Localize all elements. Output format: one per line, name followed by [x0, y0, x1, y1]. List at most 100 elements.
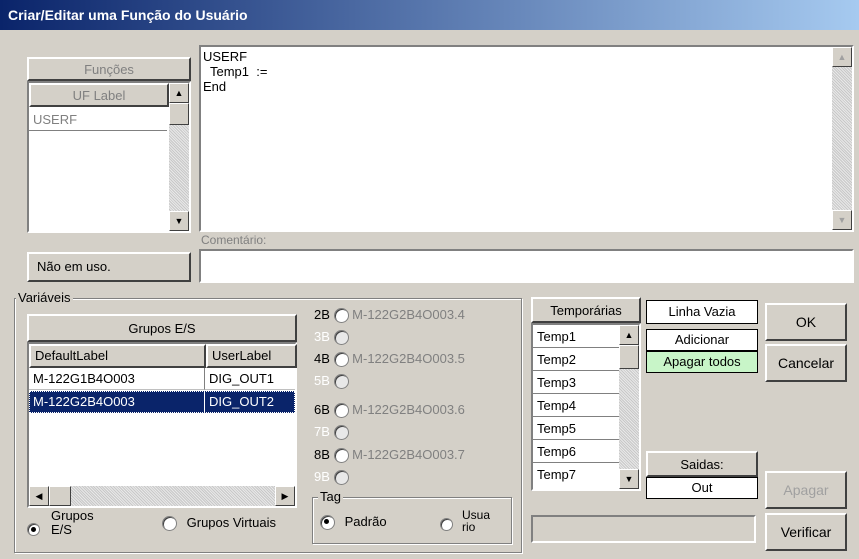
bit-row[interactable]: 8B M-122G2B4O003.7: [314, 446, 465, 464]
radio-unselected-icon[interactable]: [440, 518, 453, 532]
scroll-down-icon[interactable]: ▼: [619, 469, 639, 489]
list-item[interactable]: Temp2: [533, 348, 619, 371]
bit-row: 7B: [314, 423, 349, 441]
groups-h-scrollbar[interactable]: ◀ ▶: [29, 486, 295, 506]
bit-radio-icon[interactable]: [333, 448, 349, 464]
bit-radio-icon: [333, 470, 349, 486]
temporaries-items: Temp1 Temp2 Temp3 Temp4 Temp5 Temp6 Temp…: [533, 325, 619, 486]
code-editor[interactable]: USERF Temp1 := End ▲ ▼: [199, 45, 854, 232]
bit-radio-icon[interactable]: [333, 352, 349, 368]
user-label-cell: DIG_OUT2: [209, 394, 275, 409]
list-item[interactable]: Temp7: [533, 463, 619, 486]
bit-value: M-122G2B4O003.7: [352, 447, 465, 462]
list-item[interactable]: Temp5: [533, 417, 619, 440]
radio-selected-icon[interactable]: [320, 515, 335, 531]
bit-row: 9B: [314, 468, 349, 486]
scroll-thumb[interactable]: [49, 486, 71, 506]
ok-button[interactable]: OK: [765, 303, 847, 341]
groups-es-header: Grupos E/S: [27, 314, 297, 342]
window-title: Criar/Editar uma Função do Usuário: [8, 7, 248, 23]
bit-radio-icon: [333, 330, 349, 346]
table-row-selected[interactable]: M-122G2B4O003 DIG_OUT2: [29, 391, 295, 413]
default-label-cell: M-122G1B4O003: [29, 368, 205, 390]
bit-radio-icon[interactable]: [333, 403, 349, 419]
add-button[interactable]: Adicionar: [646, 329, 758, 351]
radio-tag-user[interactable]: Usua rio: [440, 509, 510, 539]
bit-value: M-122G2B4O003.4: [352, 307, 465, 322]
scroll-left-icon[interactable]: ◀: [29, 486, 49, 506]
bit-radio-icon[interactable]: [333, 308, 349, 324]
default-label-cell: M-122G2B4O003: [29, 391, 205, 413]
list-item[interactable]: Temp1: [533, 325, 619, 348]
bit-row[interactable]: 2B M-122G2B4O003.4: [314, 306, 465, 324]
outputs-value[interactable]: Out: [646, 477, 758, 499]
groups-es-table[interactable]: DefaultLabel UserLabel M-122G1B4O003 DIG…: [27, 342, 297, 508]
comment-input[interactable]: [199, 249, 854, 283]
uf-label-column-header[interactable]: UF Label: [29, 83, 169, 107]
bits-list: 2B M-122G2B4O003.4 3B 4B M-122G2B4O003.5…: [314, 306, 514, 486]
status-field: [531, 515, 756, 543]
list-item[interactable]: Temp3: [533, 371, 619, 394]
code-editor-text[interactable]: USERF Temp1 := End: [201, 47, 852, 96]
list-item[interactable]: Temp6: [533, 440, 619, 463]
scroll-up-icon[interactable]: ▲: [169, 83, 189, 103]
scroll-up-icon[interactable]: ▲: [832, 47, 852, 67]
functions-scrollbar[interactable]: ▲ ▼: [169, 83, 189, 231]
function-item-userf[interactable]: USERF: [29, 109, 167, 131]
cancel-button[interactable]: Cancelar: [765, 344, 847, 382]
code-line: Temp1 :=: [203, 64, 268, 79]
code-line: USERF: [203, 49, 248, 64]
bit-label: 4B: [314, 351, 330, 366]
scroll-thumb[interactable]: [169, 103, 189, 125]
radio-selected-icon[interactable]: [27, 523, 40, 537]
list-item[interactable]: Temp4: [533, 394, 619, 417]
radio-groups-es[interactable]: Grupos E/S: [27, 508, 147, 543]
bit-row: 3B: [314, 328, 349, 346]
bit-row[interactable]: 6B M-122G2B4O003.6: [314, 401, 465, 419]
bit-value: M-122G2B4O003.5: [352, 351, 465, 366]
bit-label: 3B: [314, 329, 330, 344]
tag-legend: Tag: [318, 489, 343, 505]
radio-tag-default[interactable]: Padrão: [320, 513, 387, 531]
table-row[interactable]: M-122G1B4O003 DIG_OUT1: [29, 368, 295, 390]
usage-status: Não em uso.: [27, 252, 191, 282]
bit-label: 8B: [314, 447, 330, 462]
verify-button[interactable]: Verificar: [765, 513, 847, 551]
bit-label: 9B: [314, 469, 330, 484]
bit-label: 2B: [314, 307, 330, 322]
bit-label: 5B: [314, 373, 330, 388]
scroll-down-icon[interactable]: ▼: [832, 210, 852, 230]
user-label-cell: DIG_OUT1: [205, 368, 295, 390]
radio-unselected-icon[interactable]: [162, 516, 177, 532]
temporaries-header: Temporárias: [531, 297, 641, 323]
scroll-right-icon[interactable]: ▶: [275, 486, 295, 506]
scroll-down-icon[interactable]: ▼: [169, 211, 189, 231]
delete-button[interactable]: Apagar: [765, 471, 847, 509]
temporaries-scrollbar[interactable]: ▲ ▼: [619, 325, 639, 489]
editor-scrollbar[interactable]: ▲ ▼: [832, 47, 852, 230]
scroll-thumb[interactable]: [619, 345, 639, 369]
clear-all-button[interactable]: Apagar todos: [646, 351, 758, 373]
column-user-label[interactable]: UserLabel: [206, 344, 297, 368]
temporaries-list[interactable]: Temp1 Temp2 Temp3 Temp4 Temp5 Temp6 Temp…: [531, 323, 641, 491]
bit-row[interactable]: 4B M-122G2B4O003.5: [314, 350, 465, 368]
column-default-label[interactable]: DefaultLabel: [29, 344, 206, 368]
variables-legend: Variáveis: [16, 290, 73, 306]
bit-radio-icon: [333, 374, 349, 390]
window-title-bar[interactable]: Criar/Editar uma Função do Usuário: [0, 0, 859, 30]
radio-groups-virtual[interactable]: Grupos Virtuais: [162, 514, 302, 534]
code-line: End: [203, 79, 227, 94]
comment-label: Comentário:: [201, 233, 267, 247]
bit-label: 7B: [314, 424, 330, 439]
bit-value: M-122G2B4O003.6: [352, 402, 465, 417]
scroll-up-icon[interactable]: ▲: [619, 325, 639, 345]
functions-header: Funções: [27, 57, 191, 81]
radio-groups-es-label: Grupos E/S: [51, 508, 98, 537]
radio-tag-default-label: Padrão: [344, 514, 387, 529]
bit-label: 6B: [314, 402, 330, 417]
bit-row: 5B: [314, 372, 349, 390]
empty-line-header: Linha Vazia: [646, 300, 758, 324]
radio-tag-user-label: Usua rio: [462, 509, 491, 534]
functions-list[interactable]: UF Label USERF ▲ ▼: [27, 81, 191, 233]
bit-radio-icon: [333, 425, 349, 441]
